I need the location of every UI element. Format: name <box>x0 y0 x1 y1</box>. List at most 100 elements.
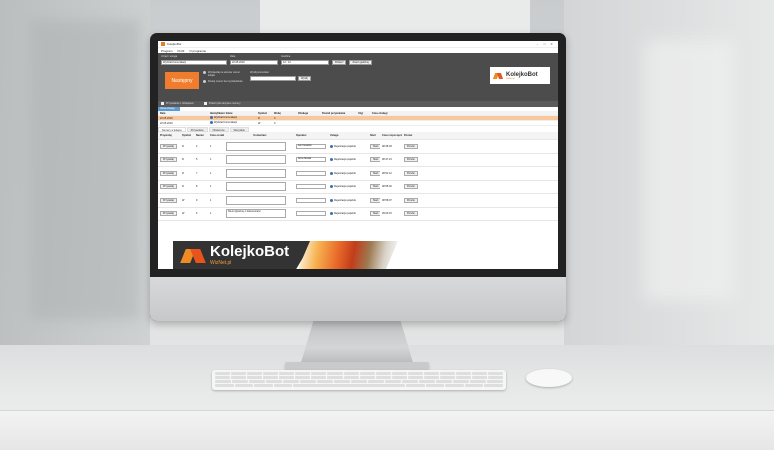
col-date: Data <box>160 111 166 115</box>
retry-button[interactable]: Ponów <box>404 170 418 176</box>
comment-input[interactable] <box>226 182 286 192</box>
operator-select[interactable]: Anna Nowak <box>296 157 326 163</box>
item-time: 08:58:07 <box>382 198 392 202</box>
radio-print[interactable] <box>203 80 206 83</box>
operator-select[interactable] <box>296 170 326 176</box>
menu-profil[interactable]: Profil <box>178 49 185 53</box>
operator-select[interactable]: Jan Kowalski <box>296 143 326 149</box>
promo-banner: KolejkoBot WizNet.pl <box>158 241 558 269</box>
field-service-label: Urząd / usługa <box>161 55 178 58</box>
comment-input[interactable] <box>226 141 286 151</box>
start-button[interactable]: Start <box>370 157 380 163</box>
call-button[interactable]: Przywołaj <box>160 170 177 176</box>
list-item[interactable]: Przywołaj W 9 1 Rejestracja pojazdu Start 08:5… <box>158 194 558 208</box>
field-date: Data 22.05.2019 <box>230 55 278 65</box>
item-symbol: W <box>182 212 185 216</box>
operator-select[interactable] <box>296 197 326 203</box>
row-date: 22.05.2019 <box>160 116 173 120</box>
item-number: 5 <box>196 158 198 162</box>
change-time-button[interactable]: Zmień godzinę <box>349 59 372 65</box>
send-button[interactable]: Wyślij <box>298 76 311 81</box>
row-date: 22.05.2019 <box>160 121 173 125</box>
call-button[interactable]: Przywołaj <box>160 143 177 149</box>
fetch-button[interactable]: Pobierz <box>332 59 347 65</box>
call-button[interactable]: Przywołaj <box>160 157 177 163</box>
tab-called[interactable]: Przywołane <box>186 127 208 132</box>
col-call: Wołaj <box>274 111 281 115</box>
col-service: Obsługa <box>298 111 309 115</box>
operator-select[interactable] <box>296 211 326 217</box>
retry-button[interactable]: Ponów <box>404 184 418 190</box>
start-button[interactable]: Start <box>370 184 380 190</box>
message-input[interactable] <box>250 76 296 81</box>
maximize-button[interactable]: □ <box>541 42 548 46</box>
retry-button[interactable]: Ponów <box>404 211 418 217</box>
monitor-stand-base <box>285 362 429 370</box>
comment-input[interactable] <box>226 168 286 178</box>
list-item[interactable]: Przywołaj R 5 1 Anna Nowak Rejestracja pojazd… <box>158 154 558 167</box>
item-service-text: Rejestracja pojazdu <box>334 158 356 162</box>
field-time-label: Godzina <box>281 55 291 58</box>
start-button[interactable]: Start <box>370 197 380 203</box>
tab-served[interactable]: Obsłużone <box>208 127 229 132</box>
field-date-label: Data <box>230 55 236 58</box>
checkbox-sound-label: Przywołanie z dźwiękiem <box>166 102 194 106</box>
retry-button[interactable]: Ponów <box>404 143 418 149</box>
operator-select[interactable] <box>296 184 326 190</box>
item-service-text: Rejestracja pojazdu <box>334 185 356 189</box>
send-message-box: Wyślij komunikat Wyślij <box>250 71 311 81</box>
item-number: 8 <box>196 185 198 189</box>
item-symbol: R <box>182 144 184 148</box>
comment-input[interactable] <box>226 155 286 165</box>
service-select[interactable]: Wydział Komunikacji <box>161 59 227 65</box>
next-button[interactable]: Następny <box>165 72 199 89</box>
monitor: KolejkoBot – □ ✕ Program Profil O progra… <box>150 33 566 321</box>
call-button[interactable]: Przywołaj <box>160 197 177 203</box>
table-row[interactable]: 22.05.2019 Wydział Komunikacji W 0 <box>158 121 558 126</box>
retry-button[interactable]: Ponów <box>404 157 418 163</box>
row-count[interactable]: 0 <box>272 122 296 125</box>
close-button[interactable]: ✕ <box>548 42 555 46</box>
banner-logo-sub: WizNet.pl <box>210 260 232 266</box>
option-display[interactable]: Wyświetlaj na ekranie numer kolejki <box>203 71 243 77</box>
radio-display[interactable] <box>203 71 206 74</box>
option-print-label: Drukuj numer bez wyświetlania <box>208 80 243 83</box>
field-service: Urząd / usługa Wydział Komunikacji <box>161 55 227 65</box>
banner-logo-name: KolejkoBot <box>210 243 290 260</box>
list-item[interactable]: Przywołaj R 7 1 Rejestracja pojazdu Start 08:5… <box>158 167 558 181</box>
comment-input[interactable]: Klient zgłosił się z dokumentami <box>226 209 286 219</box>
banner-logo-icon <box>183 247 205 263</box>
checkbox-active-only[interactable]: Pokaż tylko aktywne numery <box>203 102 240 106</box>
time-picker[interactable]: 12 : 14 <box>281 59 329 65</box>
call-button[interactable]: Przywołaj <box>160 211 177 217</box>
start-button[interactable]: Start <box>370 211 380 217</box>
list-item[interactable]: Przywołaj W 6 1 Klient zgłosił się z dokumen… <box>158 208 558 221</box>
lcol-symbol: Symbol <box>182 134 192 137</box>
lcol-comment: Komentarz <box>253 134 267 137</box>
app-icon <box>161 42 165 46</box>
row-count[interactable]: 3 <box>272 117 296 120</box>
tab-queue[interactable]: Numery w kolejce <box>158 127 186 132</box>
call-button[interactable]: Przywołaj <box>160 184 177 190</box>
list-item[interactable]: Przywołaj R 8 1 Rejestracja pojazdu Start 08:5… <box>158 181 558 194</box>
checkbox-sound[interactable]: Przywołanie z dźwiękiem <box>161 102 194 106</box>
checkbox-row: Przywołanie z dźwiękiem Pokaż tylko akty… <box>158 101 558 107</box>
retry-button[interactable]: Ponów <box>404 197 418 203</box>
item-wait: 1 <box>210 171 212 175</box>
item-service-text: Rejestracja pojazdu <box>334 212 356 216</box>
row-symbol: W <box>258 121 261 125</box>
item-number: 7 <box>196 171 198 175</box>
item-time: 08:55:40 <box>382 185 392 189</box>
menu-program[interactable]: Program <box>161 49 173 53</box>
queue-list-header: Przywołaj Symbol Numer Czas oczekiwania … <box>158 132 558 140</box>
minimize-button[interactable]: – <box>534 42 541 46</box>
tab-all[interactable]: Wszystkie <box>229 127 249 132</box>
logo-icon <box>494 72 503 79</box>
start-button[interactable]: Start <box>370 170 380 176</box>
date-picker[interactable]: 22.05.2019 <box>230 59 278 65</box>
menu-o-programie[interactable]: O programie <box>189 49 206 53</box>
option-print[interactable]: Drukuj numer bez wyświetlania <box>203 80 243 83</box>
start-button[interactable]: Start <box>370 143 380 149</box>
list-item[interactable]: Przywołaj R 4 1 Jan Kowalski Rejestracja poja… <box>158 140 558 154</box>
comment-input[interactable] <box>226 195 286 205</box>
